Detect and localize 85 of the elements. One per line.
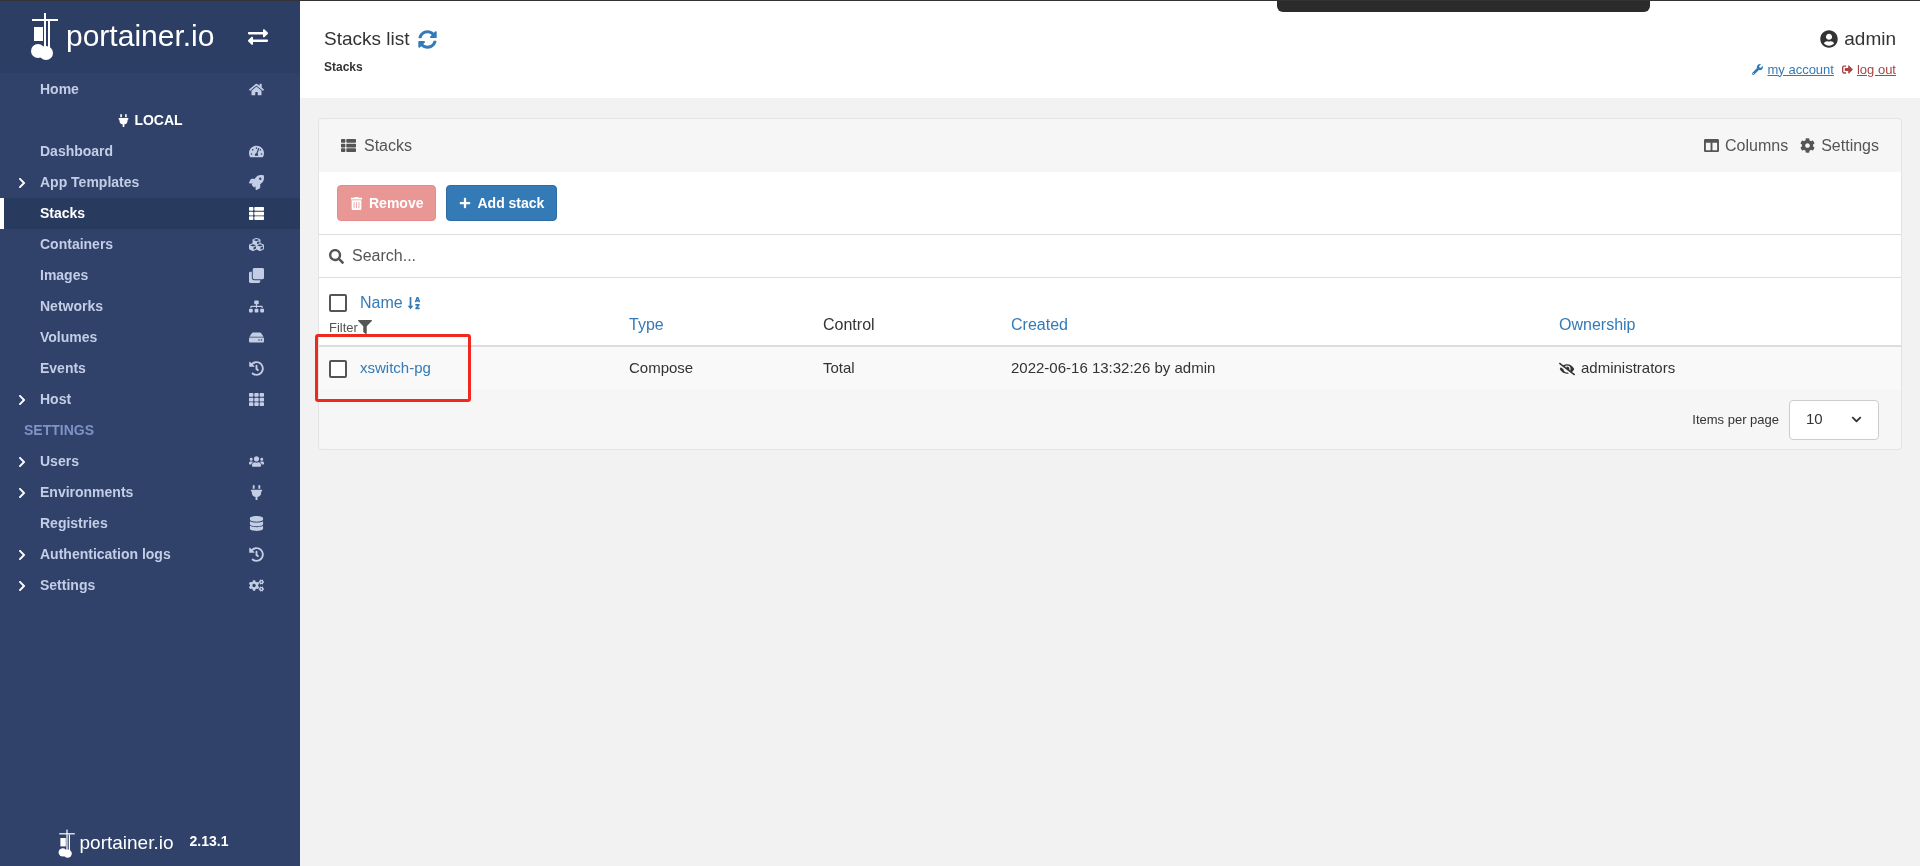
gauge-icon bbox=[249, 144, 264, 159]
search-icon bbox=[329, 248, 344, 264]
copy-icon bbox=[249, 268, 264, 283]
version-label: 2.13.1 bbox=[189, 832, 229, 851]
search-bar[interactable]: Search... bbox=[319, 234, 1901, 278]
sidebar-item[interactable]: Settings bbox=[0, 570, 300, 601]
trash-icon bbox=[350, 196, 363, 210]
sidebar-item[interactable]: App Templates bbox=[0, 167, 300, 198]
sidebar-item[interactable]: Authentication logs bbox=[0, 539, 300, 570]
column-header[interactable]: Ownership bbox=[1559, 313, 1636, 337]
sidebar-item[interactable]: Networks bbox=[0, 291, 300, 322]
search-field[interactable]: Search... bbox=[352, 244, 1891, 268]
chevron-icon bbox=[16, 393, 28, 406]
table-cell-text: administrators bbox=[1581, 358, 1676, 379]
chevron-icon bbox=[16, 579, 28, 592]
sidebar-item[interactable]: Volumes bbox=[0, 322, 300, 353]
filter-icon[interactable] bbox=[357, 320, 372, 335]
portainer-logo: portainer.io bbox=[30, 11, 215, 63]
panel-title: Stacks bbox=[364, 135, 412, 156]
columns-button[interactable]: Columns bbox=[1704, 133, 1789, 158]
sidebar-item[interactable]: Images bbox=[0, 260, 300, 291]
chevron-icon bbox=[16, 455, 28, 468]
swap-icon[interactable] bbox=[248, 27, 268, 47]
table-list-icon bbox=[341, 138, 356, 153]
gears-icon bbox=[249, 578, 264, 593]
plug-icon bbox=[249, 485, 264, 500]
history-icon bbox=[249, 547, 264, 562]
plug-icon bbox=[117, 114, 131, 127]
select-all-checkbox[interactable] bbox=[329, 293, 347, 312]
drive-icon bbox=[249, 330, 264, 345]
sidebar-item[interactable]: Events bbox=[0, 353, 300, 384]
eye-slash-icon bbox=[1559, 360, 1575, 377]
chevron-icon bbox=[16, 548, 28, 561]
users-icon bbox=[249, 454, 264, 469]
history-icon bbox=[249, 361, 264, 376]
chevron-icon bbox=[16, 486, 28, 499]
sidebar-item[interactable]: Registries bbox=[0, 508, 300, 539]
table-cell-text: Total bbox=[823, 358, 855, 379]
items-per-page-label: Items per page bbox=[1692, 410, 1779, 429]
table-cell-text: Compose bbox=[629, 358, 694, 379]
portainer-logo: portainer.io bbox=[57, 828, 174, 860]
sidebar-item[interactable]: Dashboard bbox=[0, 136, 300, 167]
page-title: Stacks list bbox=[324, 27, 410, 51]
sidebar-item[interactable]: Containers bbox=[0, 229, 300, 260]
user-icon bbox=[1820, 30, 1839, 49]
sort-icon bbox=[406, 295, 421, 310]
table-list-icon bbox=[249, 206, 264, 221]
logout-link[interactable]: log out bbox=[1841, 59, 1896, 79]
settings-button[interactable]: Settings bbox=[1800, 133, 1879, 158]
sidebar-item[interactable]: Home bbox=[0, 74, 300, 105]
column-header[interactable]: Created bbox=[1011, 313, 1068, 337]
grid-icon bbox=[249, 392, 264, 407]
user-name: admin bbox=[1844, 27, 1896, 51]
rocket-icon bbox=[249, 175, 264, 190]
sidebar-item[interactable]: Stacks bbox=[0, 198, 300, 229]
sidebar-item[interactable]: Users bbox=[0, 446, 300, 477]
refresh-icon[interactable] bbox=[417, 29, 437, 49]
caret-icon bbox=[1851, 414, 1862, 425]
section-heading: SETTINGS bbox=[24, 421, 94, 440]
crane-icon bbox=[57, 828, 76, 860]
sitemap-icon bbox=[249, 299, 264, 314]
cubes-icon bbox=[249, 237, 264, 252]
add-stack-button[interactable]: Add stack bbox=[446, 185, 558, 221]
row-checkbox[interactable] bbox=[329, 359, 347, 378]
breadcrumb: Stacks bbox=[324, 59, 363, 74]
items-per-page-select[interactable]: 10 bbox=[1789, 399, 1879, 440]
stack-name-link[interactable]: xswitch-pg bbox=[360, 357, 431, 380]
column-header[interactable]: Type bbox=[629, 313, 664, 337]
chevron-icon bbox=[16, 176, 28, 189]
plus-icon bbox=[459, 197, 472, 209]
wrench-icon bbox=[1752, 63, 1764, 75]
database-icon bbox=[249, 516, 264, 531]
sidebar-item[interactable]: Environments bbox=[0, 477, 300, 508]
my-account-link[interactable]: my account bbox=[1752, 59, 1834, 79]
crane-icon bbox=[30, 11, 60, 63]
environment-label: LOCAL bbox=[134, 111, 183, 130]
filter-label: Filter bbox=[329, 318, 358, 337]
house-icon bbox=[249, 82, 264, 97]
gear-icon bbox=[1800, 138, 1816, 153]
sidebar-item[interactable]: Host bbox=[0, 384, 300, 415]
sign-out-icon bbox=[1841, 63, 1853, 75]
column-header[interactable]: Name bbox=[360, 290, 421, 315]
column-header: Control bbox=[823, 315, 875, 335]
table-cell-text: 2022-06-16 13:32:26 by admin bbox=[1011, 358, 1216, 379]
columns-icon bbox=[1704, 138, 1720, 153]
